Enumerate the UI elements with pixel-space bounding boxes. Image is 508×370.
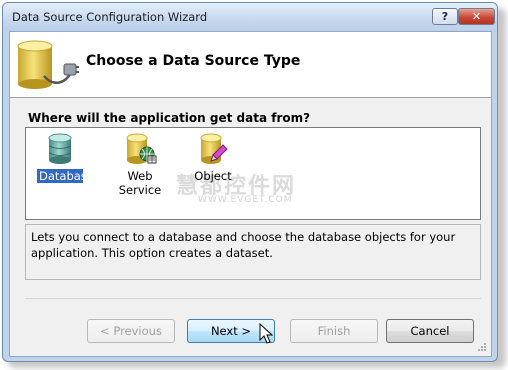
close-button[interactable]: ✕: [458, 8, 495, 25]
object-icon: [200, 133, 228, 164]
type-item-object[interactable]: Object: [190, 133, 236, 183]
type-item-database[interactable]: Database: [37, 133, 94, 183]
mouse-pointer-icon: [259, 323, 273, 344]
type-label-database: Database: [37, 169, 94, 183]
database-plug-icon: [17, 40, 79, 89]
window-title: Data Source Configuration Wizard: [12, 10, 208, 24]
help-button[interactable]: ?: [432, 8, 458, 25]
type-label-web-service: Web Service: [118, 169, 162, 197]
description-box: Lets you connect to a database and choos…: [25, 224, 481, 280]
watermark-url: WWW.EVGET.COM: [198, 195, 293, 205]
data-source-type-list[interactable]: 慧都控件网 WWW.EVGET.COM Database Web Service…: [25, 127, 481, 220]
description-text: Lets you connect to a database and choos…: [31, 230, 456, 260]
web-service-icon: [126, 133, 157, 164]
button-divider: [25, 298, 481, 299]
cancel-button[interactable]: Cancel: [386, 319, 474, 343]
title-bar[interactable]: Data Source Configuration Wizard ? ✕: [3, 3, 497, 31]
wizard-body: Choose a Data Source Type Where will the…: [9, 31, 492, 357]
type-label-object: Object: [194, 169, 232, 183]
resize-grip-icon[interactable]: [477, 342, 487, 352]
wizard-window: Data Source Configuration Wizard ? ✕ Cho…: [2, 2, 498, 362]
database-icon: [48, 133, 72, 164]
type-item-web-service[interactable]: Web Service: [104, 133, 176, 197]
page-title: Choose a Data Source Type: [86, 53, 301, 69]
finish-button[interactable]: Finish: [290, 319, 378, 343]
question-label: Where will the application get data from…: [28, 111, 311, 125]
wizard-header: Choose a Data Source Type: [10, 32, 491, 98]
previous-button[interactable]: < Previous: [87, 319, 175, 343]
